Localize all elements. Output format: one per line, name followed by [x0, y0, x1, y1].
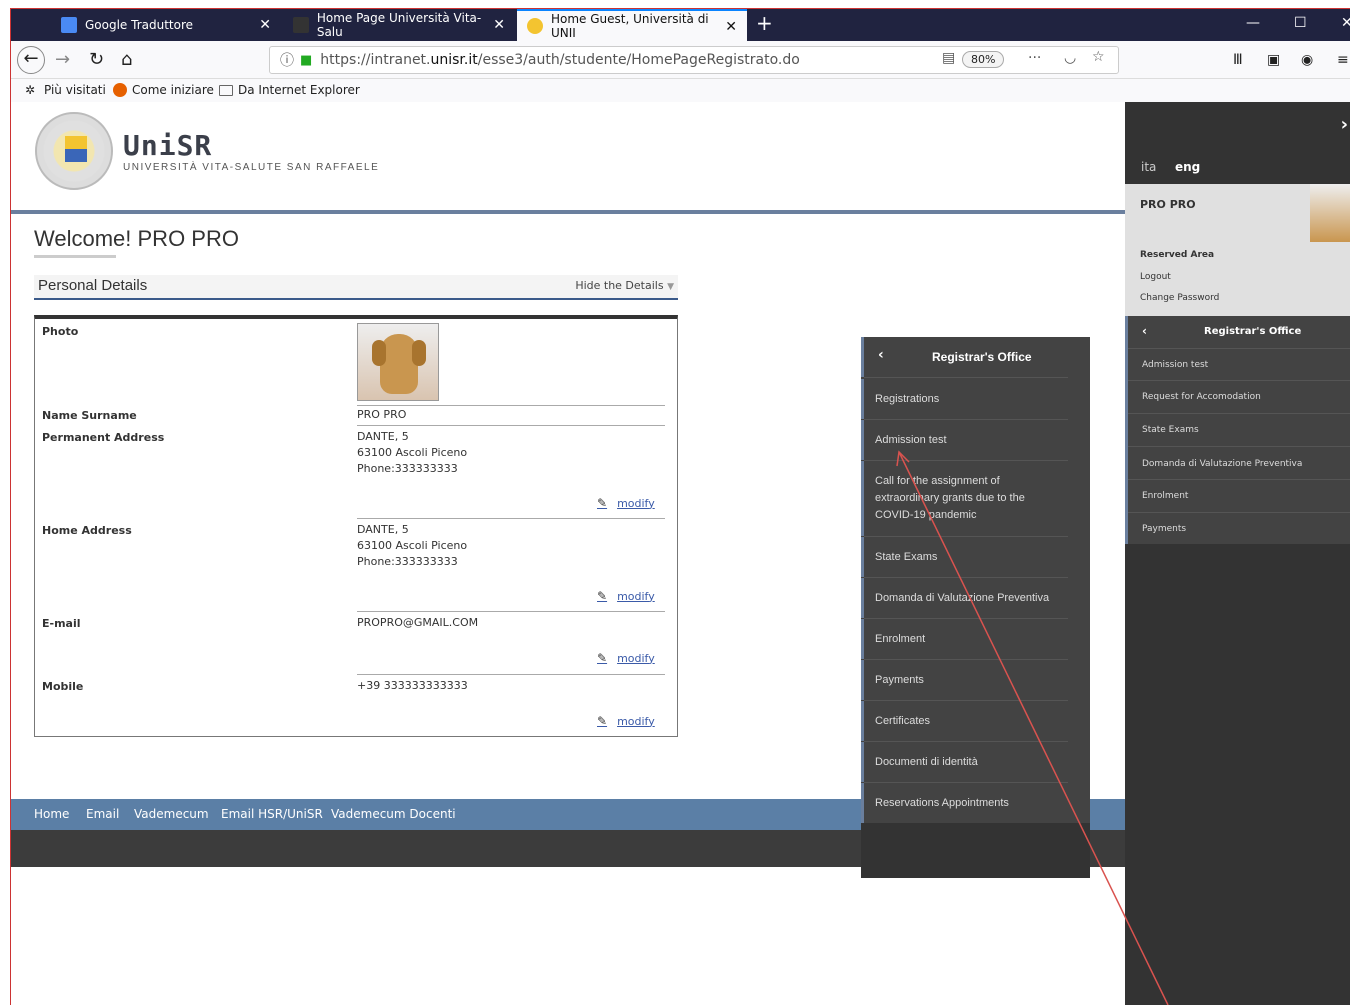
screen: Google Traduttore ✕ Home Page Università… [0, 0, 1350, 1005]
annotation-arrow [896, 450, 1169, 1005]
